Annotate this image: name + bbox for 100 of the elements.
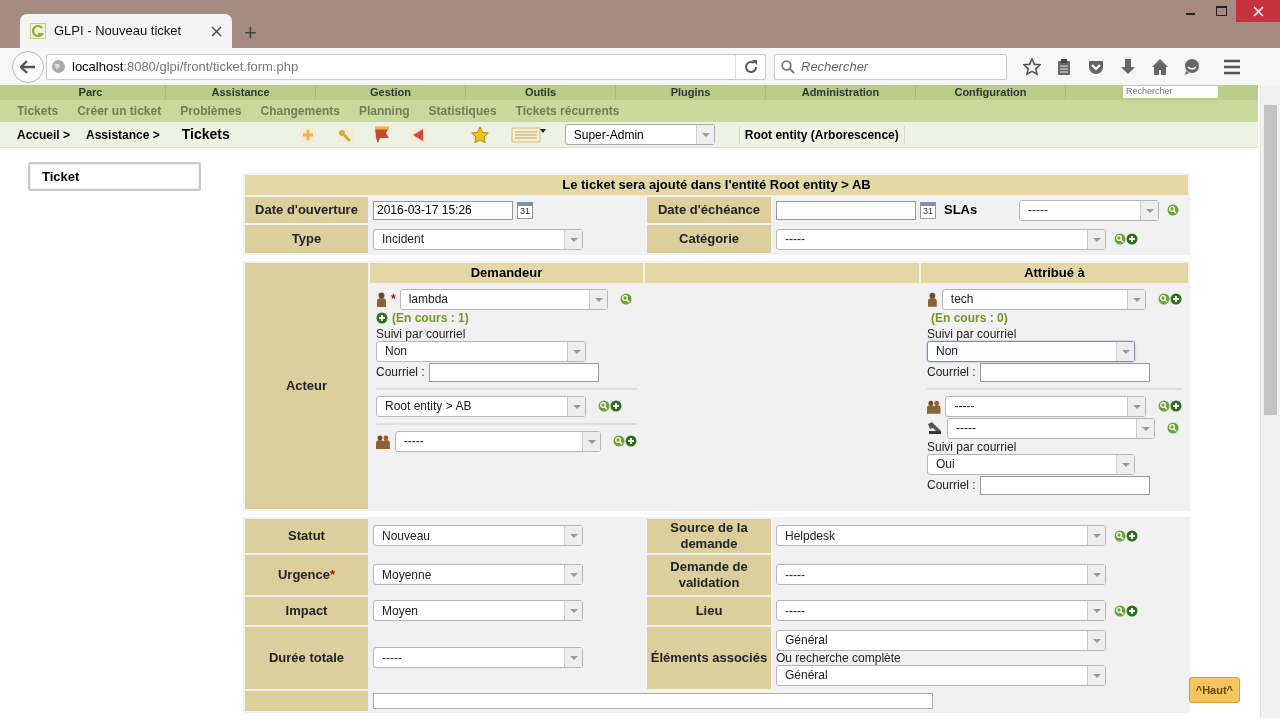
field-label: Durée totale [245,626,368,689]
download-icon[interactable] [1119,57,1137,76]
globe-icon [51,59,66,74]
add-icon[interactable] [1126,529,1138,542]
dropdown[interactable]: Root entity > AB [376,395,586,417]
dropdown[interactable]: ----- [373,647,583,668]
search-field[interactable]: Rechercher [1123,86,1218,98]
entity-link[interactable]: Root entity (Arborescence) [738,125,905,144]
field-label: SLAs [944,201,979,220]
dropdown[interactable]: lambda [399,288,608,310]
search-icon[interactable] [1114,529,1126,542]
dropdown[interactable]: ----- [947,417,1155,439]
hint-text: Ou recherche complète [776,650,902,665]
text-field[interactable] [979,362,1150,382]
person-icon [376,291,387,307]
text-field[interactable] [428,362,599,382]
text-field[interactable] [776,200,916,220]
field-label: Catégorie [647,225,771,253]
search-icon[interactable] [1167,422,1179,434]
dropdown[interactable]: ----- [1019,199,1159,221]
search-icon[interactable] [598,400,610,412]
dropdown[interactable]: Moyenne [373,564,583,585]
text-field[interactable] [979,475,1150,495]
browser-tab[interactable]: GLPI - Nouveau ticket [20,14,232,48]
close-icon[interactable] [211,25,222,37]
close-icon[interactable] [1236,0,1280,22]
required-mark: * [391,291,396,308]
dropdown[interactable]: Non [927,340,1135,362]
logo-icon [30,23,46,39]
scrollbar[interactable] [1260,85,1280,718]
add-icon[interactable] [1126,233,1138,245]
field-label: Suivi par courriel [927,439,1018,454]
dropdown[interactable]: Général [776,664,1106,686]
group-icon [376,433,391,449]
dropdown[interactable]: Général [776,629,1106,651]
add-icon[interactable] [376,312,388,324]
dropdown[interactable]: Nouveau [373,525,583,546]
dropdown[interactable]: Non [376,340,586,362]
menu-icon[interactable] [1223,57,1241,76]
search-icon[interactable] [613,435,625,447]
ticket-count: (En cours : 0) [931,310,1008,326]
dropdown[interactable]: Incident [373,228,583,250]
star-icon[interactable] [1023,57,1041,76]
dropdown[interactable]: ----- [776,600,1106,621]
add-icon[interactable] [1170,293,1182,305]
dropdown[interactable]: ----- [776,564,1106,585]
column-header: Attribué à [921,263,1188,283]
breadcrumb-link[interactable]: Accueil > [17,125,71,144]
search-input[interactable]: Rechercher [799,55,989,78]
calendar-icon[interactable]: 31 [920,201,936,219]
field-label: Impact [245,596,368,625]
search-icon[interactable] [1167,204,1179,216]
search-field[interactable]: Rechercher [774,53,1007,80]
field-label: Courriel : [927,478,976,492]
back-button[interactable] [12,50,44,83]
wrench-icon [927,421,943,435]
address-bar[interactable]: localhost:8080/glpi/front/ticket.form.php [46,53,766,80]
side-tab[interactable]: Ticket [28,162,201,191]
add-icon[interactable] [625,435,637,447]
search-icon [781,59,795,74]
add-icon[interactable] [1126,604,1138,617]
back-arrow-icon [20,59,36,74]
home-icon[interactable] [1151,57,1169,76]
person-icon [927,291,938,307]
dropdown[interactable]: ----- [776,228,1106,250]
form-title: Le ticket sera ajouté dans l'entité Root entity > AB [245,175,1188,195]
add-icon[interactable] [1170,400,1182,412]
star-icon[interactable] [469,125,490,144]
column-header: Demandeur [370,263,643,283]
text-field[interactable]: 2016-03-17 15:26 [373,200,513,220]
field-label: Courriel : [376,365,425,379]
search-icon[interactable] [1158,293,1170,305]
dropdown[interactable]: Oui [927,453,1135,475]
field-label: Courriel : [927,365,976,379]
profile-dropdown[interactable]: Super-Admin [564,124,715,145]
page-title: Tickets [181,125,230,144]
field-label: Date d'ouverture [245,197,368,223]
search-icon[interactable] [619,293,632,305]
ticket-count: (En cours : 1) [392,310,469,326]
dropdown[interactable]: ----- [394,430,601,452]
breadcrumb-link[interactable]: Assistance > [86,125,160,144]
search-icon[interactable] [1114,233,1126,245]
field-label: Suivi par courriel [376,326,467,341]
field-label: Source de la demande [647,518,771,553]
group-icon [927,398,942,414]
clipboard-icon[interactable] [1055,57,1073,76]
field-label: Suivi par courriel [927,326,1018,341]
field-label: Demande de validation [647,554,771,595]
dropdown[interactable]: Helpdesk [776,525,1106,546]
calendar-icon[interactable]: 31 [517,201,533,219]
search-icon[interactable] [1114,604,1126,617]
dropdown[interactable]: tech [941,288,1146,310]
dropdown[interactable]: ----- [945,395,1146,417]
back-to-top-button[interactable]: ^Haut^ [1188,676,1240,703]
search-icon[interactable] [1158,400,1170,412]
field-label: Éléments associés [647,626,771,689]
dropdown[interactable]: Moyen [373,600,583,621]
field-label: Acteur [245,263,368,509]
add-icon[interactable] [610,400,622,412]
chat-icon[interactable] [1183,57,1201,76]
